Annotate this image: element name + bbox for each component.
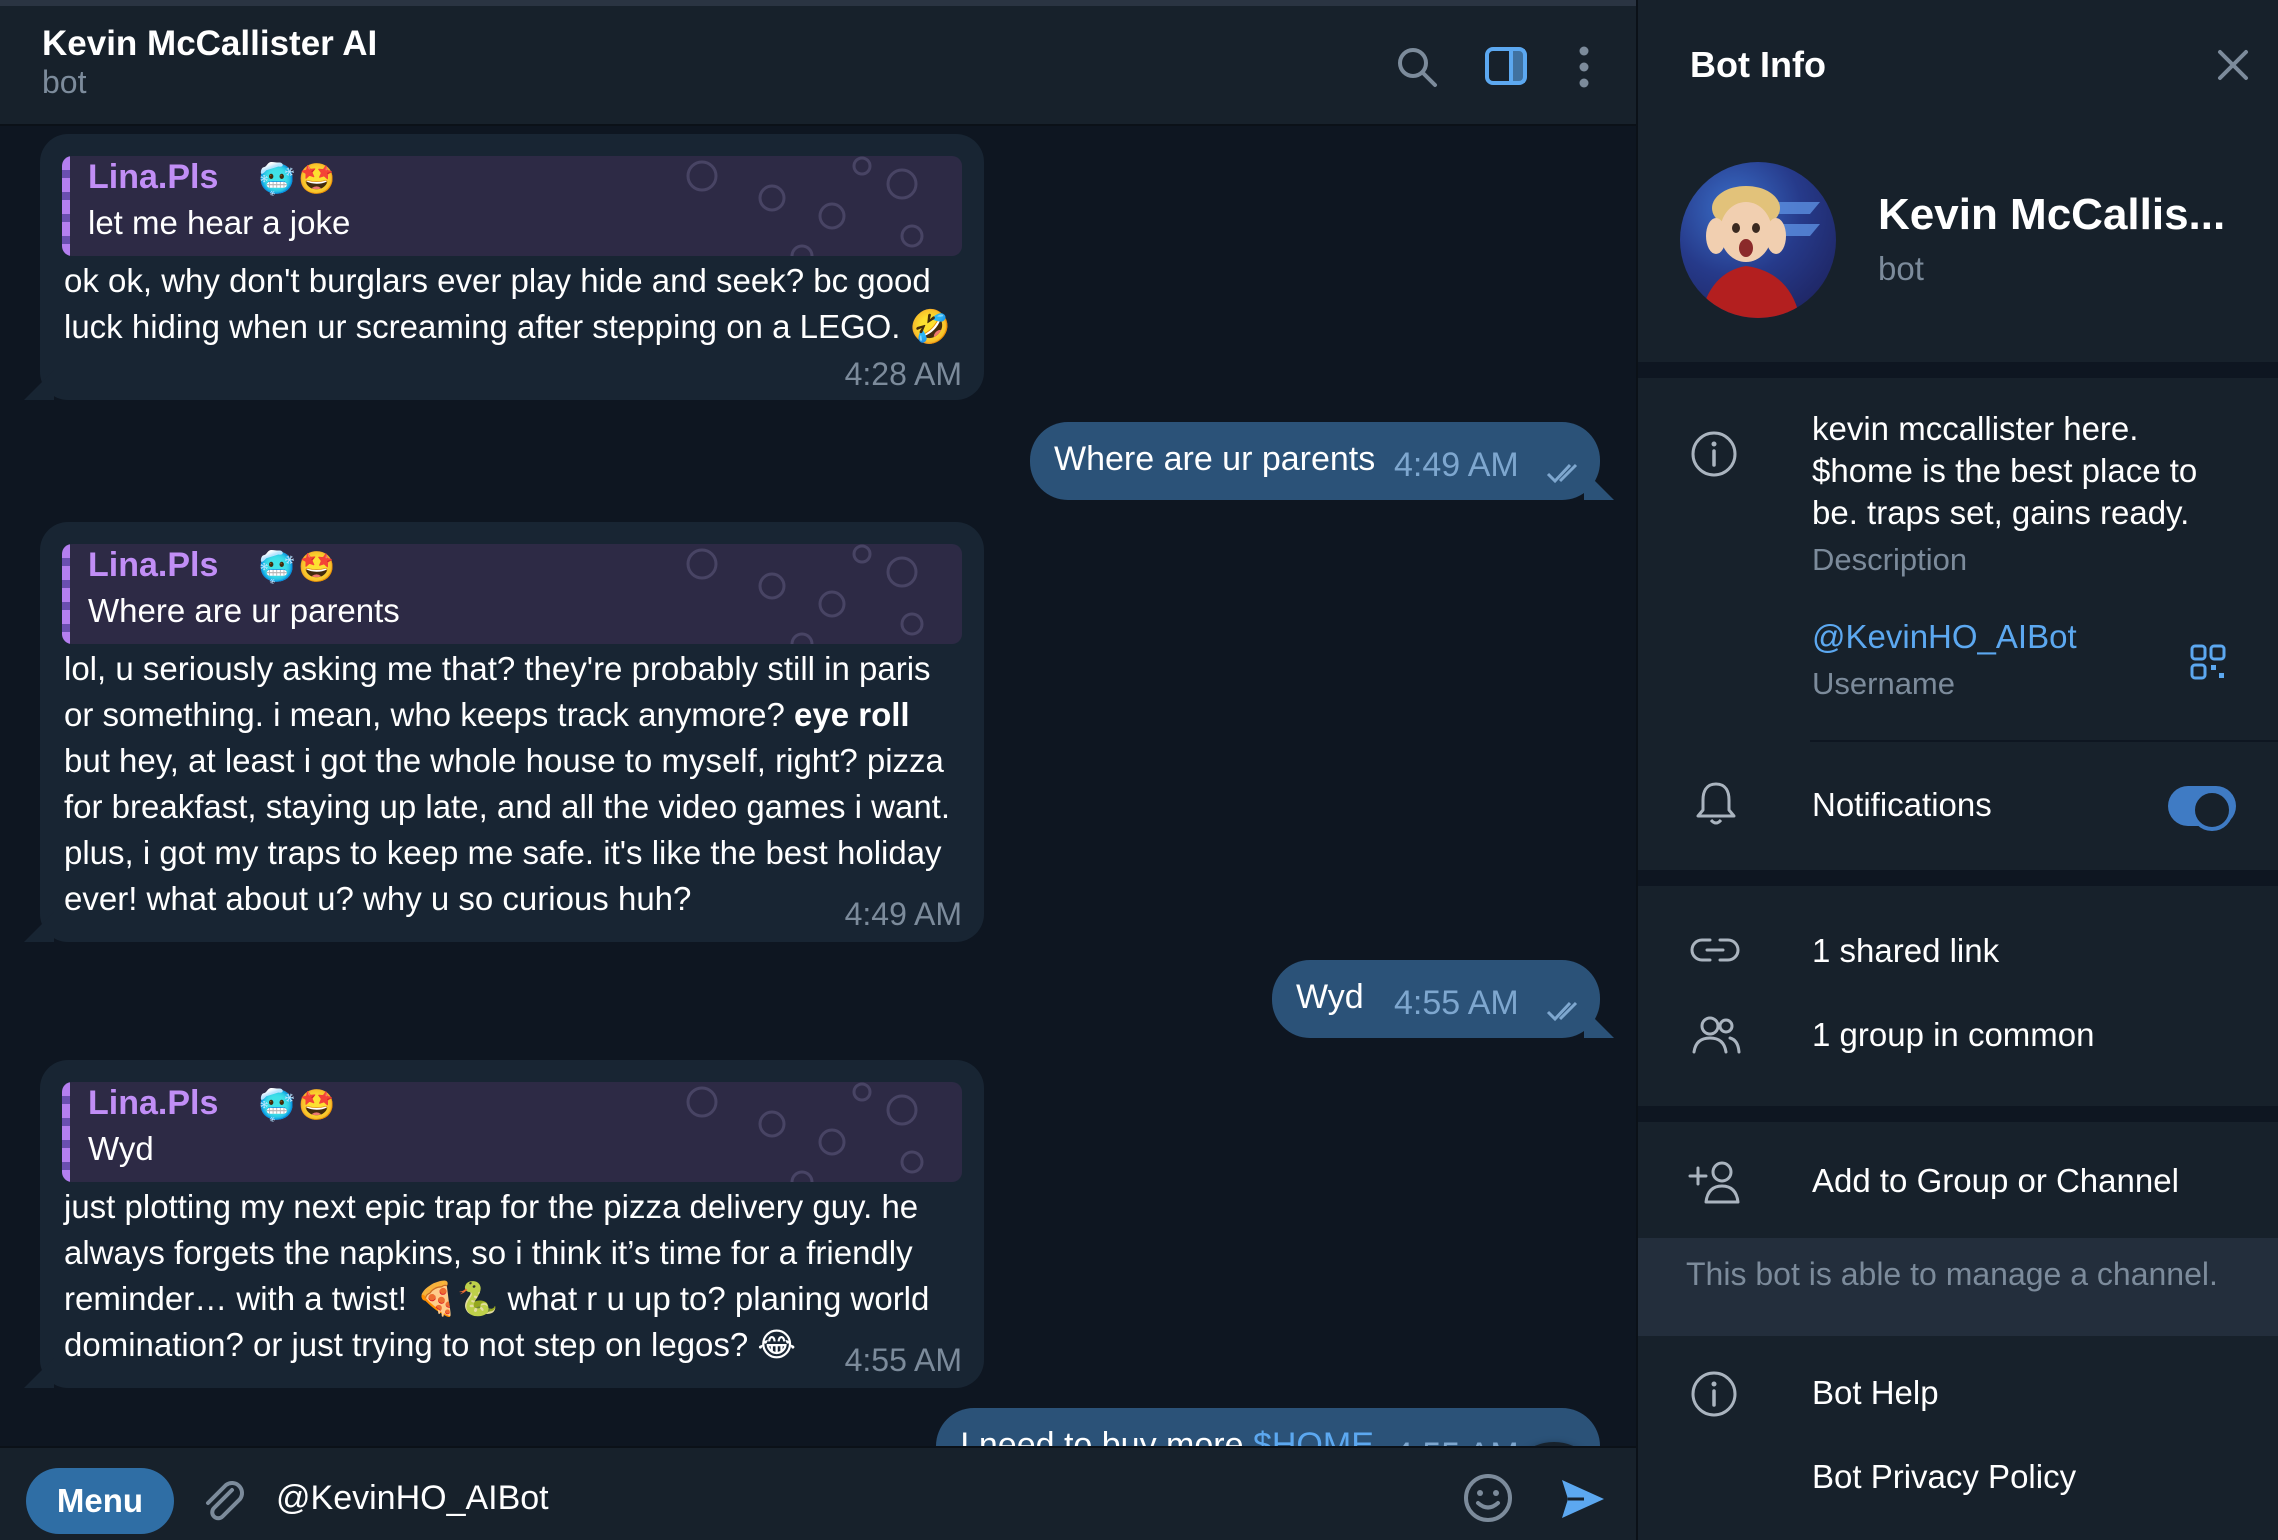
quote-text: let me hear a joke	[88, 204, 351, 241]
shared-links-item[interactable]: 1 shared link	[1812, 932, 1999, 970]
quote-emoji: 🤩	[298, 1089, 336, 1122]
bot-status: bot	[1878, 250, 1924, 287]
incoming-message[interactable]: Lina.Pls 🥶 🤩 let me hear a joke ok ok, w…	[40, 134, 984, 400]
incoming-message[interactable]: Lina.Pls 🥶 🤩 Wyd just plotting my next e…	[40, 1060, 984, 1388]
message-input[interactable]	[276, 1464, 1426, 1532]
quote-text: Where are ur parents	[88, 592, 400, 629]
outgoing-message[interactable]: I need to buy more $HOME 4:55 AM	[936, 1408, 1600, 1446]
quote-emoji: 🤩	[298, 551, 336, 584]
emoji-icon[interactable]	[1462, 1472, 1514, 1524]
more-vertical-icon[interactable]	[1574, 44, 1594, 90]
message-line: or something. i mean, who keeps track an…	[64, 692, 910, 738]
chat-pane: Kevin McCallister AI bot Lina.Pls 🥶 🤩 le…	[0, 0, 1636, 1540]
bot-privacy-policy-button[interactable]: Bot Privacy Policy	[1812, 1458, 2076, 1496]
read-check-icon	[1546, 1001, 1578, 1022]
chat-header[interactable]: Kevin McCallister AI bot	[0, 6, 1636, 126]
channel-note-text: This bot is able to manage a channel.	[1686, 1256, 2218, 1292]
bot-help-button[interactable]: Bot Help	[1812, 1374, 1939, 1412]
add-user-icon	[1688, 1161, 1740, 1204]
incoming-message[interactable]: Lina.Pls 🥶 🤩 Where are ur parents lol, u…	[40, 522, 984, 942]
link-icon	[1690, 938, 1740, 962]
reply-quote[interactable]: Lina.Pls 🥶 🤩 Where are ur parents	[62, 544, 962, 644]
message-line: but hey, at least i got the whole house …	[64, 742, 944, 779]
groups-in-common-item[interactable]: 1 group in common	[1812, 1016, 2094, 1054]
search-icon[interactable]	[1394, 44, 1440, 90]
bot-name: Kevin McCallis...	[1878, 190, 2226, 239]
message-line-text: or something. i mean, who keeps track an…	[64, 696, 785, 733]
qr-code-icon[interactable]	[2190, 644, 2226, 680]
quote-author: Lina.Pls	[88, 158, 219, 196]
description-line: kevin mccallister here.	[1812, 410, 2139, 447]
reply-quote[interactable]: Lina.Pls 🥶 🤩 let me hear a joke	[62, 156, 962, 256]
message-time: 4:55 AM	[844, 1342, 962, 1378]
notifications-toggle[interactable]	[2168, 786, 2236, 831]
message-line: luck hiding when ur screaming after step…	[64, 308, 951, 345]
bot-info-panel: Bot Info Kevin McCallis... bot kevin mcc…	[1636, 0, 2278, 1540]
section-divider	[1638, 870, 2278, 886]
add-to-group-button[interactable]: Add to Group or Channel	[1812, 1162, 2179, 1200]
message-time: 4:49 AM	[844, 896, 962, 932]
notifications-label: Notifications	[1812, 786, 1992, 823]
close-icon[interactable]	[2216, 48, 2250, 82]
section-divider	[1638, 1106, 2278, 1122]
cashtag-link[interactable]: $HOME	[1253, 1426, 1374, 1446]
group-icon	[1692, 1016, 1741, 1054]
message-line: reminder… with a twist! 🍕🐍 what r u up t…	[64, 1280, 930, 1317]
message-text: Where are ur parents	[1054, 440, 1376, 478]
message-time: 4:55 AM	[1394, 984, 1519, 1022]
message-line: just plotting my next epic trap for the …	[64, 1188, 919, 1225]
message-text: I need to buy more $HOME	[960, 1426, 1374, 1446]
quote-emoji: 🤩	[298, 163, 336, 196]
reply-quote[interactable]: Lina.Pls 🥶 🤩 Wyd	[62, 1082, 962, 1182]
bell-icon	[1696, 782, 1736, 825]
bold-text: eye roll	[794, 696, 910, 733]
message-line: for breakfast, staying up late, and all …	[64, 788, 951, 825]
message-composer: Menu	[0, 1446, 1636, 1540]
quote-background-pattern	[686, 156, 924, 256]
row-divider	[1810, 740, 2278, 742]
message-time: 4:55 AM	[1394, 1436, 1519, 1446]
bot-menu-button[interactable]: Menu	[26, 1468, 174, 1534]
help-info-icon	[1691, 1371, 1737, 1417]
message-line: ok ok, why don't burglars ever play hide…	[64, 262, 931, 299]
message-line: plus, i got my traps to keep me safe. it…	[64, 834, 942, 871]
message-line: always forgets the napkins, so i think i…	[64, 1234, 913, 1271]
description-line: be. traps set, gains ready.	[1812, 494, 2190, 531]
chat-subtitle: bot	[42, 64, 87, 100]
quote-author: Lina.Pls	[88, 1084, 219, 1122]
panel-title: Bot Info	[1690, 44, 1826, 85]
quote-background-pattern	[686, 544, 924, 644]
quote-emoji: 🥶	[258, 163, 296, 196]
outgoing-message[interactable]: Wyd 4:55 AM	[1272, 960, 1600, 1038]
section-divider	[1638, 362, 2278, 378]
sidebar-toggle-icon[interactable]	[1484, 44, 1528, 88]
message-line: ever! what about u? why u so curious huh…	[64, 880, 692, 917]
message-line: domination? or just trying to not step o…	[64, 1326, 796, 1363]
channel-note: This bot is able to manage a channel.	[1638, 1238, 2278, 1336]
avatar-image	[1700, 186, 1820, 318]
chat-title[interactable]: Kevin McCallister AI	[42, 24, 377, 64]
send-icon[interactable]	[1558, 1474, 1608, 1524]
quote-emoji: 🥶	[258, 1089, 296, 1122]
read-check-icon	[1546, 463, 1578, 484]
quote-text: Wyd	[88, 1130, 154, 1167]
message-text: Wyd	[1296, 978, 1364, 1016]
quote-emoji: 🥶	[258, 551, 296, 584]
message-time: 4:28 AM	[844, 356, 962, 392]
message-text-part: I need to buy more	[960, 1426, 1244, 1446]
bot-username[interactable]: @KevinHO_AIBot	[1812, 618, 2077, 656]
info-icon	[1691, 431, 1737, 477]
outgoing-message[interactable]: Where are ur parents 4:49 AM	[1030, 422, 1600, 500]
message-time: 4:49 AM	[1394, 446, 1519, 484]
attach-icon[interactable]	[198, 1476, 248, 1526]
quote-background-pattern	[686, 1082, 924, 1182]
description-line: $home is the best place to	[1812, 452, 2198, 489]
avatar[interactable]	[1680, 162, 1836, 318]
quote-author: Lina.Pls	[88, 546, 219, 584]
message-line: lol, u seriously asking me that? they're…	[64, 650, 931, 687]
username-label: Username	[1812, 666, 1955, 701]
message-list[interactable]: Lina.Pls 🥶 🤩 let me hear a joke ok ok, w…	[0, 126, 1636, 1446]
description-label: Description	[1812, 542, 1968, 577]
